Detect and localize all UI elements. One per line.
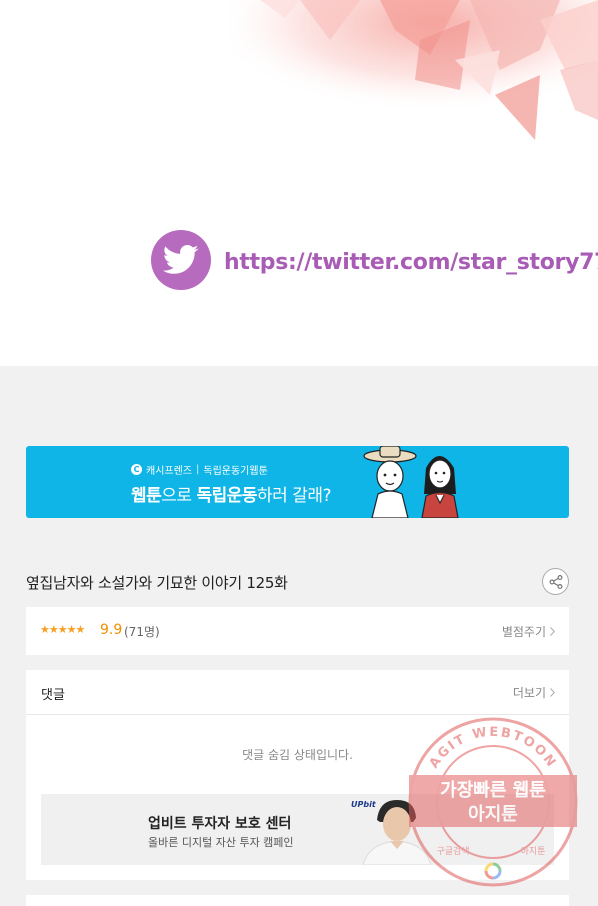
ad-person-photo <box>363 800 432 865</box>
next-section-card <box>26 895 569 906</box>
ad-title: 업비트 투자자 보호 센터 <box>148 816 292 832</box>
rate-button[interactable]: 별점주기 <box>502 623 555 640</box>
comments-header: 댓글 더보기 <box>26 670 569 715</box>
comic-panel-image: https://twitter.com/star_story77 <box>0 0 598 366</box>
rating-stars: ★★★★★ <box>40 623 85 636</box>
cashfriends-logo-icon: C <box>131 464 142 475</box>
comments-more-button[interactable]: 더보기 <box>513 684 555 701</box>
comments-title: 댓글 <box>41 688 65 703</box>
rating-votes: (71명) <box>124 625 160 639</box>
share-icon <box>549 574 563 589</box>
banner-brand-row: C 캐시프렌즈 | 독립운동기웹툰 <box>131 462 268 477</box>
share-button[interactable] <box>542 568 569 595</box>
comments-card: 댓글 더보기 댓글 숨김 상태입니다. 업비트 투자자 보호 센터 올바른 디지… <box>26 670 569 880</box>
upbit-ad[interactable]: 업비트 투자자 보호 센터 올바른 디지털 자산 투자 캠페인 UPbit <box>41 794 554 865</box>
rating-score: 9.9 <box>100 622 123 638</box>
twitter-link[interactable]: https://twitter.com/star_story77 <box>224 250 598 275</box>
comments-more-label: 더보기 <box>512 686 546 700</box>
banner-tagline: 독립운동기웹툰 <box>203 466 268 477</box>
floral-decoration <box>230 0 598 150</box>
rating-card: ★★★★★ 9.9 (71명) 별점주기 <box>26 607 569 655</box>
twitter-bird-icon <box>163 245 199 274</box>
banner-separator: | <box>196 464 200 475</box>
ad-subtitle: 올바른 디지털 자산 투자 캠페인 <box>148 836 294 849</box>
twitter-badge[interactable] <box>151 230 211 290</box>
banner-brand: 캐시프렌즈 <box>146 466 192 477</box>
chevron-right-icon <box>550 627 555 636</box>
promo-banner[interactable]: C 캐시프렌즈 | 독립운동기웹툰 웹툰으로 독립운동하러 갈래? <box>26 446 569 518</box>
chevron-right-icon <box>550 688 555 697</box>
comments-hidden-message: 댓글 숨김 상태입니다. <box>242 748 353 762</box>
banner-headline: 웹툰으로 독립운동하러 갈래? <box>131 486 332 506</box>
rate-button-label: 별점주기 <box>501 625 546 639</box>
episode-title: 옆집남자와 소설가와 기묘한 이야기 125화 <box>26 574 288 592</box>
banner-characters-illustration <box>363 446 459 518</box>
